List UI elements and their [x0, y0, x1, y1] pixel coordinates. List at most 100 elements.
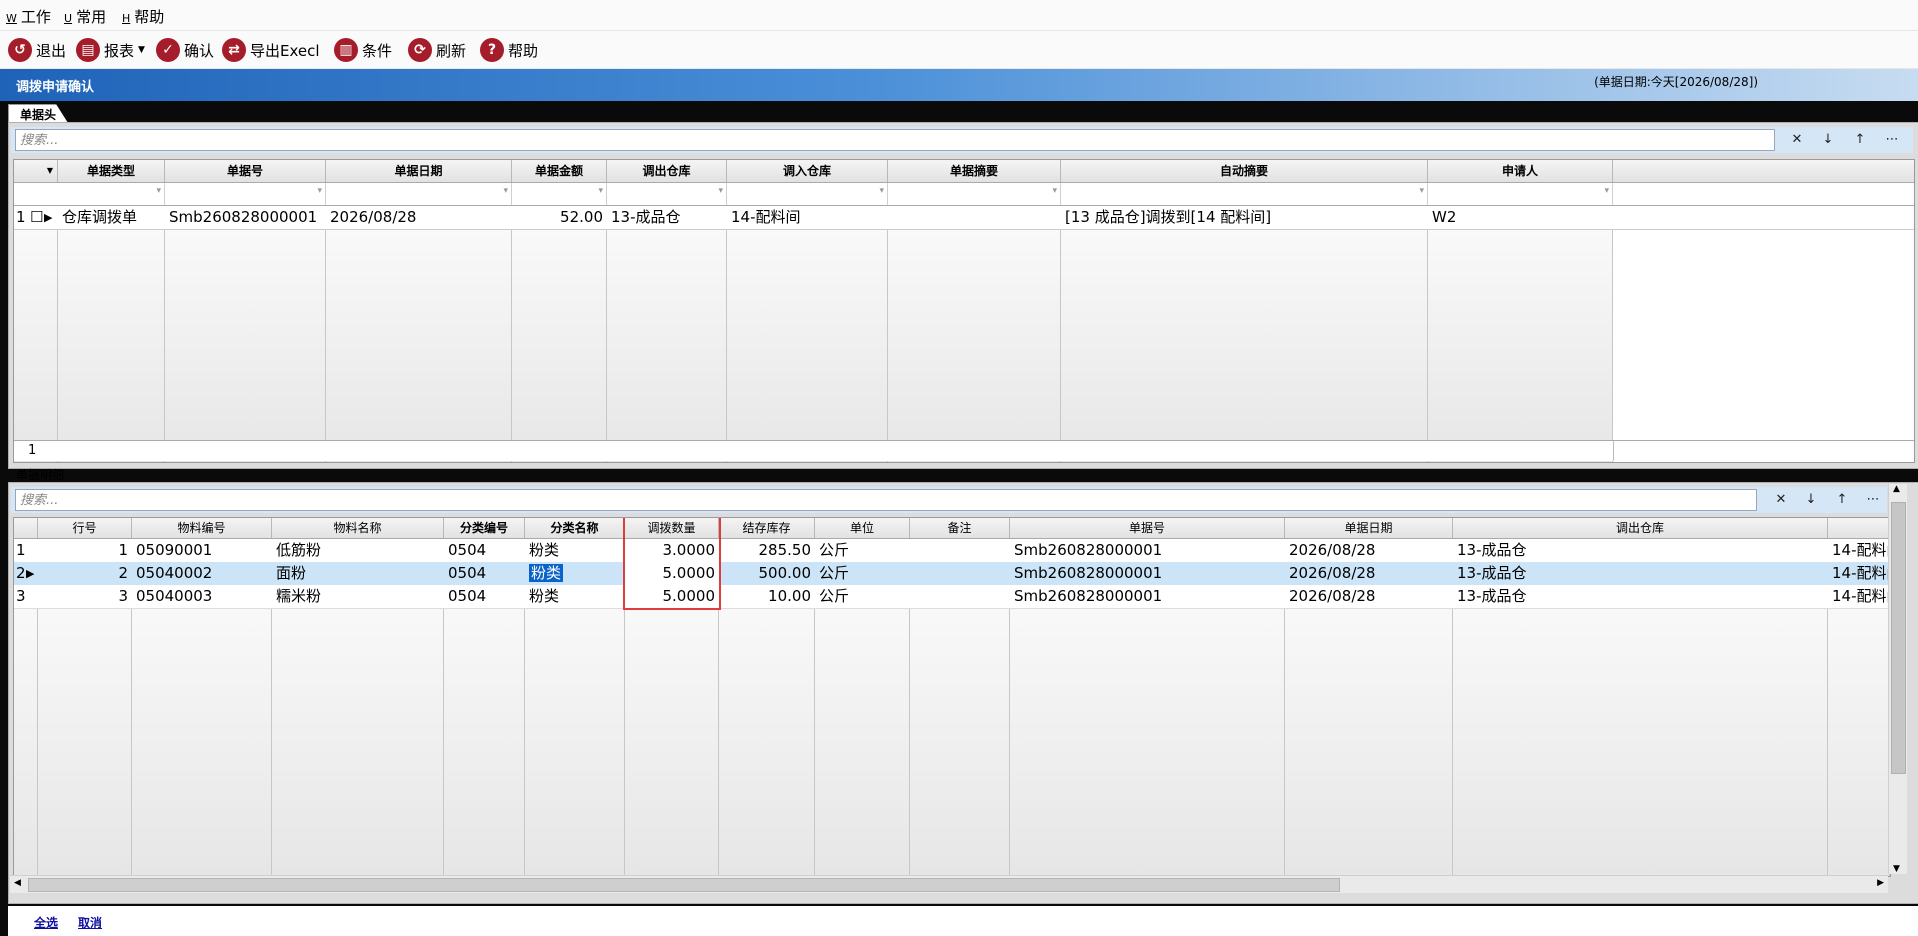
menu-common[interactable]: U 常用 [64, 6, 106, 27]
table-row[interactable]: 3 3 05040003 糯米粉 0504 粉类 5.0000 10.00 公斤… [14, 585, 1890, 609]
header-index [14, 518, 38, 538]
cell-cat-name[interactable]: 粉类 [525, 562, 625, 585]
row-checkbox[interactable]: ☐ [30, 206, 44, 229]
table-row-selected[interactable]: 2 ▶ 2 05040002 面粉 0504 粉类 5.0000 500.00 … [14, 562, 1890, 586]
report-button[interactable]: ▤ 报表 ▼ [76, 36, 145, 64]
header-code[interactable]: 物料编号 [132, 518, 272, 538]
filter-auto[interactable] [1061, 183, 1428, 205]
vertical-scroll-thumb[interactable] [1891, 502, 1906, 774]
clear-icon[interactable]: ✕ [1788, 131, 1806, 149]
header-summary[interactable]: 单据摘要 [888, 160, 1061, 182]
refresh-icon: ⟳ [408, 38, 432, 62]
detail-search-row: 搜索... ✕ ↓ ↑ ⋯ [11, 487, 1887, 513]
cell-in: 14-配料间 [1832, 541, 1890, 559]
cell-cat-name: 粉类 [529, 587, 560, 605]
exit-button[interactable]: ↺ 退出 [8, 36, 66, 64]
title-bar: 调拨申请确认 (单据日期:今天[2026/08/28]) [0, 69, 1918, 101]
header-auto-summary[interactable]: 自动摘要 [1061, 160, 1428, 182]
vertical-scrollbar[interactable]: ▲ ▼ [1888, 484, 1907, 874]
export-button[interactable]: ⇄ 导出Execl [222, 36, 320, 64]
menu-help[interactable]: H 帮助 [122, 6, 164, 27]
table-row[interactable]: 1 ☐ ▶ 仓库调拨单 Smb260828000001 2026/08/28 5… [14, 206, 1914, 230]
cell-cat-code: 0504 [448, 587, 487, 605]
cell-unit: 公斤 [819, 541, 850, 559]
help-button[interactable]: ? 帮助 [480, 36, 538, 64]
header-no[interactable]: 单据号 [165, 160, 326, 182]
cell-applicant: W2 [1432, 208, 1457, 226]
header-stock[interactable]: 结存库存 [719, 518, 815, 538]
cell-date: 2026/08/28 [1289, 541, 1376, 559]
cell-cat-name: 粉类 [529, 541, 560, 559]
table-row[interactable]: 1 1 05090001 低筋粉 0504 粉类 3.0000 285.50 公… [14, 539, 1890, 563]
header-in-warehouse[interactable]: 调入仓库 [727, 160, 888, 182]
filter-applicant[interactable] [1428, 183, 1613, 205]
header-amount[interactable]: 单据金额 [512, 160, 607, 182]
filter-summary[interactable] [888, 183, 1061, 205]
detail-search-input[interactable]: 搜索... [15, 489, 1757, 511]
column-selector[interactable]: ▼ [14, 160, 58, 182]
export-label: 导出Execl [250, 41, 320, 60]
arrow-down-icon[interactable]: ↓ [1819, 131, 1837, 149]
refresh-button[interactable]: ⟳ 刷新 [408, 36, 466, 64]
cell-bill: Smb260828000001 [1014, 564, 1163, 582]
cancel-link[interactable]: 取消 [78, 914, 102, 931]
cell-out: 13-成品仓 [1457, 541, 1527, 559]
header-type[interactable]: 单据类型 [58, 160, 165, 182]
select-all-link[interactable]: 全选 [34, 914, 58, 931]
header-remark[interactable]: 备注 [910, 518, 1010, 538]
menu-help-key: H [122, 12, 131, 25]
more-icon[interactable]: ⋯ [1864, 491, 1882, 509]
scroll-down-icon[interactable]: ▼ [1893, 864, 1900, 874]
qty-highlight-box [623, 518, 721, 610]
arrow-down-icon[interactable]: ↓ [1802, 491, 1820, 509]
cell-line: 1 [118, 541, 128, 559]
condition-button[interactable]: ▥ 条件 [334, 36, 392, 64]
horizontal-scrollbar[interactable]: ◀ ▶ [10, 875, 1888, 893]
filter-no[interactable] [165, 183, 326, 205]
header-name[interactable]: 物料名称 [272, 518, 444, 538]
cell-date: 2026/08/28 [330, 208, 417, 226]
cell-stock: 500.00 [758, 564, 812, 582]
page-title: 调拨申请确认 [16, 80, 95, 95]
menu-common-label: 常用 [76, 8, 107, 26]
filter-date[interactable] [326, 183, 512, 205]
more-icon[interactable]: ⋯ [1883, 131, 1901, 149]
filter-out[interactable] [607, 183, 727, 205]
filter-in[interactable] [727, 183, 888, 205]
scroll-left-icon[interactable]: ◀ [14, 878, 21, 888]
horizontal-scroll-thumb[interactable] [28, 878, 1340, 892]
header-unit[interactable]: 单位 [815, 518, 910, 538]
refresh-label: 刷新 [436, 41, 467, 60]
cell-date: 2026/08/28 [1289, 564, 1376, 582]
row-pointer-icon: ▶ [26, 567, 35, 580]
arrow-up-icon[interactable]: ↑ [1833, 491, 1851, 509]
header-date[interactable]: 单据日期 [326, 160, 512, 182]
menu-work[interactable]: W 工作 [6, 6, 51, 27]
scroll-up-icon[interactable]: ▲ [1893, 484, 1900, 494]
header-out-warehouse[interactable]: 调出仓库 [607, 160, 727, 182]
arrow-up-icon[interactable]: ↑ [1851, 131, 1869, 149]
cell-name: 糯米粉 [276, 587, 322, 605]
cell-unit: 公斤 [819, 564, 850, 582]
header-cat-name[interactable]: 分类名称 [525, 518, 625, 538]
filter-type[interactable] [58, 183, 165, 205]
header-out[interactable]: 调出仓库 [1453, 518, 1828, 538]
header-applicant[interactable]: 申请人 [1428, 160, 1613, 182]
header-bill[interactable]: 单据号 [1010, 518, 1285, 538]
menu-bar: W 工作 U 常用 H 帮助 [0, 0, 1918, 31]
confirm-button[interactable]: ✓ 确认 [156, 36, 214, 64]
footer-divider [1613, 441, 1614, 461]
check-icon: ✓ [156, 38, 180, 62]
cell-out: 13-成品仓 [611, 208, 681, 226]
menu-work-key: W [6, 12, 17, 25]
filter-amount[interactable] [512, 183, 607, 205]
cell-stock: 285.50 [758, 541, 812, 559]
header-line[interactable]: 行号 [38, 518, 132, 538]
header-date[interactable]: 单据日期 [1285, 518, 1453, 538]
bottom-bar: 全选 取消 [8, 906, 1918, 936]
scroll-right-icon[interactable]: ▶ [1877, 878, 1884, 888]
clear-icon[interactable]: ✕ [1772, 491, 1790, 509]
header-cat-code[interactable]: 分类编号 [444, 518, 525, 538]
header-in[interactable] [1828, 518, 1890, 538]
head-search-input[interactable]: 搜索... [15, 129, 1775, 151]
